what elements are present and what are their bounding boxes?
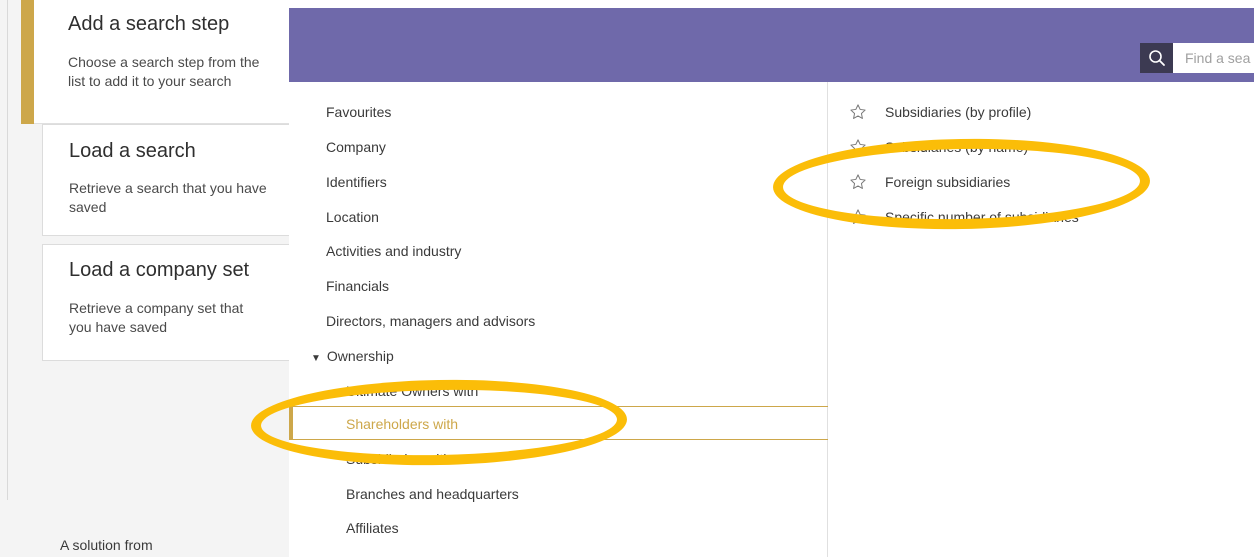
option-label: Subsidiaries (by profile) bbox=[885, 104, 1032, 120]
subcategory-subsidiaries[interactable]: Subsidiaries with bbox=[346, 451, 451, 467]
active-card-indicator bbox=[21, 0, 34, 124]
category-ownership-label: Ownership bbox=[326, 348, 394, 364]
subcategory-branches[interactable]: Branches and headquarters bbox=[346, 486, 519, 502]
category-financials[interactable]: Financials bbox=[326, 278, 389, 294]
search-icon bbox=[1148, 50, 1165, 66]
subcategory-shareholders[interactable]: Shareholders with bbox=[346, 416, 458, 432]
category-location[interactable]: Location bbox=[326, 209, 379, 225]
option-foreign-subsidiaries[interactable]: Foreign subsidiaries bbox=[849, 173, 1010, 191]
add-search-step-description: Choose a search step from the list to ad… bbox=[68, 54, 260, 89]
load-search-description: Retrieve a search that you have saved bbox=[69, 180, 267, 215]
subcategory-affiliates[interactable]: Affiliates bbox=[346, 520, 399, 536]
subcategory-ultimate-owners[interactable]: Ultimate Owners with bbox=[346, 383, 478, 399]
category-identifiers[interactable]: Identifiers bbox=[326, 174, 387, 190]
sidebar-edge bbox=[7, 0, 8, 500]
option-subsidiaries-by-profile[interactable]: Subsidiaries (by profile) bbox=[849, 103, 1031, 121]
option-label: Specific number of subsidiaries bbox=[885, 209, 1079, 225]
star-outline-icon[interactable] bbox=[849, 173, 867, 191]
category-ownership[interactable]: ▼ Ownership bbox=[311, 348, 394, 364]
search-input[interactable] bbox=[1173, 43, 1254, 73]
option-subsidiaries-by-name[interactable]: Subsidiaries (by name) bbox=[849, 138, 1028, 156]
star-outline-icon[interactable] bbox=[849, 208, 867, 226]
category-directors[interactable]: Directors, managers and advisors bbox=[326, 313, 535, 329]
search-button[interactable] bbox=[1140, 43, 1173, 73]
selected-indicator bbox=[289, 406, 293, 440]
option-specific-number-subsidiaries[interactable]: Specific number of subsidiaries bbox=[849, 208, 1079, 226]
header-bar bbox=[289, 8, 1254, 82]
search-step-options: Subsidiaries (by profile) Subsidiaries (… bbox=[829, 82, 1254, 557]
load-company-set-title: Load a company set bbox=[69, 259, 250, 281]
category-favourites[interactable]: Favourites bbox=[326, 104, 391, 120]
option-label: Foreign subsidiaries bbox=[885, 174, 1011, 190]
load-search-title: Load a search bbox=[69, 140, 196, 162]
category-list: Favourites Company Identifiers Location … bbox=[289, 82, 828, 557]
star-outline-icon[interactable] bbox=[849, 103, 867, 121]
category-activities[interactable]: Activities and industry bbox=[326, 243, 461, 259]
category-company[interactable]: Company bbox=[326, 139, 386, 155]
add-search-step-card[interactable]: Add a search step Choose a search step f… bbox=[34, 0, 289, 124]
star-outline-icon[interactable] bbox=[849, 138, 867, 156]
add-search-step-title: Add a search step bbox=[68, 13, 230, 35]
load-company-set-description: Retrieve a company set that you have sav… bbox=[69, 300, 244, 335]
option-label: Subsidiaries (by name) bbox=[885, 139, 1029, 155]
load-company-set-card[interactable]: Load a company set Retrieve a company se… bbox=[42, 244, 289, 361]
load-search-card[interactable]: Load a search Retrieve a search that you… bbox=[42, 124, 289, 236]
sidebar-footer: A solution from bbox=[60, 537, 153, 553]
triangle-down-icon: ▼ bbox=[311, 353, 321, 364]
